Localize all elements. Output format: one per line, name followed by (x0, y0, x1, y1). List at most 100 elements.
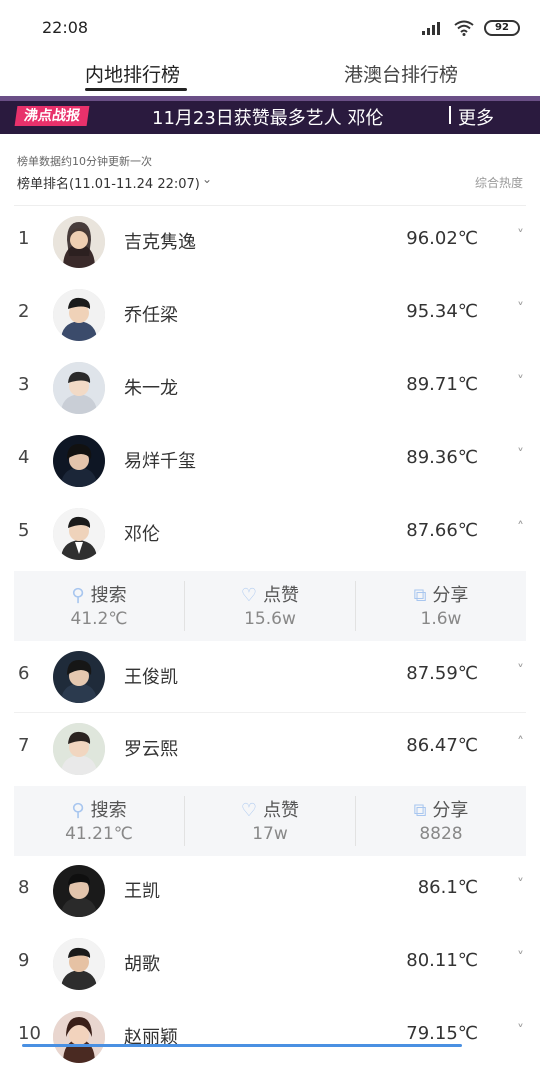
stat-search: ⚲ 搜索 41.21℃ (14, 786, 184, 856)
share-icon: ⧉ (413, 800, 427, 821)
chevron-down-icon[interactable]: ˅ (517, 663, 524, 679)
avatar (53, 508, 105, 560)
heat-score: 86.1℃ (417, 877, 478, 898)
stat-label: 搜索 (90, 585, 127, 606)
banner-image-strip (0, 96, 540, 101)
avatar (53, 651, 105, 703)
heat-score: 87.59℃ (406, 663, 478, 684)
chevron-down-icon[interactable]: ˅ (517, 950, 524, 966)
heart-icon: ♡ (240, 800, 258, 821)
stat-value: 17w (252, 824, 288, 844)
chevron-up-icon[interactable]: ˄ (517, 520, 524, 536)
chevron-down-icon[interactable]: ˅ (517, 1023, 524, 1039)
artist-name: 易烊千玺 (124, 451, 196, 472)
chevron-up-icon[interactable]: ˄ (517, 735, 524, 751)
artist-name: 王俊凯 (124, 667, 178, 688)
table-row[interactable]: 10 赵丽颖 79.15℃ ˅ (0, 1001, 540, 1073)
table-row[interactable]: 4 易烊千玺 89.36℃ ˅ (0, 425, 540, 497)
rank-number: 3 (18, 374, 30, 395)
heat-column-label: 综合热度 (474, 176, 523, 190)
rank-number: 2 (18, 301, 30, 322)
heat-score: 87.66℃ (406, 520, 478, 541)
battery-icon: 92 (484, 20, 520, 36)
rank-number: 6 (18, 663, 30, 684)
news-banner[interactable]: 沸点战报 11月23日获赞最多艺人 邓伦 更多 (0, 96, 540, 134)
search-icon: ⚲ (71, 585, 85, 606)
stat-label: 点赞 (263, 800, 300, 821)
tab-hk-macao-taiwan[interactable]: 港澳台排行榜 (344, 60, 458, 87)
table-row[interactable]: 1 吉克隽逸 96.02℃ ˅ (0, 206, 540, 278)
table-row[interactable]: 2 乔任梁 95.34℃ ˅ (0, 279, 540, 351)
artist-name: 吉克隽逸 (124, 232, 196, 253)
tab-mainland[interactable]: 内地排行榜 (85, 60, 180, 87)
stat-value: 8828 (419, 824, 463, 844)
signal-icon (422, 22, 440, 35)
avatar (53, 1011, 105, 1063)
stats-panel: ⚲ 搜索 41.2℃ ♡ 点赞 15.6w ⧉ 分享 1.6w (14, 571, 526, 641)
rank-number: 1 (18, 228, 30, 249)
rank-number: 7 (18, 735, 30, 756)
stat-value: 41.21℃ (65, 824, 133, 844)
artist-name: 乔任梁 (124, 305, 178, 326)
artist-name: 朱一龙 (124, 378, 178, 399)
table-row[interactable]: 7 罗云熙 86.47℃ ˄ (0, 713, 540, 785)
avatar (53, 938, 105, 990)
stats-panel: ⚲ 搜索 41.21℃ ♡ 点赞 17w ⧉ 分享 8828 (14, 786, 526, 856)
search-icon: ⚲ (71, 800, 85, 821)
update-note: 榜单数据约10分钟更新一次 (17, 155, 152, 168)
table-row[interactable]: 9 胡歌 80.11℃ ˅ (0, 928, 540, 1000)
avatar (53, 216, 105, 268)
avatar (53, 289, 105, 341)
chevron-down-icon[interactable]: ˅ (517, 877, 524, 893)
chevron-down-icon[interactable]: ˅ (517, 374, 524, 390)
stat-value: 41.2℃ (70, 609, 128, 629)
stat-value: 1.6w (420, 609, 462, 629)
heat-score: 89.36℃ (406, 447, 478, 468)
share-icon: ⧉ (413, 585, 427, 606)
avatar (53, 362, 105, 414)
rank-period-selector[interactable]: 榜单排名(11.01-11.24 22:07) (17, 173, 200, 192)
heat-score: 89.71℃ (406, 374, 478, 395)
stat-value: 15.6w (244, 609, 296, 629)
stat-share: ⧉ 分享 1.6w (356, 571, 526, 641)
avatar (53, 865, 105, 917)
artist-name: 邓伦 (124, 524, 160, 545)
heat-score: 86.47℃ (406, 735, 478, 756)
heat-score: 80.11℃ (406, 950, 478, 971)
stat-share: ⧉ 分享 8828 (356, 786, 526, 856)
heart-icon: ♡ (240, 585, 258, 606)
stat-label: 搜索 (90, 800, 127, 821)
stat-label: 分享 (432, 800, 469, 821)
heat-score: 79.15℃ (406, 1023, 478, 1044)
rank-number: 5 (18, 520, 30, 541)
chevron-down-icon[interactable]: ˅ (517, 301, 524, 317)
banner-more-link[interactable]: 更多 (458, 104, 494, 130)
rank-number: 4 (18, 447, 30, 468)
chevron-down-icon[interactable]: ⌄ (202, 172, 212, 186)
heat-score: 96.02℃ (406, 228, 478, 249)
ranking-tabs: 内地排行榜 港澳台排行榜 (0, 56, 540, 96)
table-row[interactable]: 3 朱一龙 89.71℃ ˅ (0, 352, 540, 424)
heat-score: 95.34℃ (406, 301, 478, 322)
table-row[interactable]: 6 王俊凯 87.59℃ ˅ (0, 641, 540, 713)
status-bar: 22:08 92 (0, 0, 540, 56)
table-row[interactable]: 8 王凯 86.1℃ ˅ (0, 855, 540, 927)
banner-headline[interactable]: 11月23日获赞最多艺人 邓伦 (152, 104, 384, 130)
chevron-down-icon[interactable]: ˅ (517, 228, 524, 244)
stat-like: ♡ 点赞 17w (185, 786, 355, 856)
chevron-down-icon[interactable]: ˅ (517, 447, 524, 463)
banner-separator (449, 106, 451, 124)
tab-indicator (85, 88, 187, 91)
banner-logo: 沸点战报 (14, 106, 90, 126)
stat-like: ♡ 点赞 15.6w (185, 571, 355, 641)
artist-name: 胡歌 (124, 954, 160, 975)
avatar (53, 435, 105, 487)
loading-indicator (22, 1044, 462, 1047)
table-row[interactable]: 5 邓伦 87.66℃ ˄ (0, 498, 540, 570)
wifi-icon (454, 20, 474, 36)
stat-label: 分享 (432, 585, 469, 606)
rank-number: 10 (18, 1023, 41, 1044)
stat-label: 点赞 (263, 585, 300, 606)
rank-number: 9 (18, 950, 30, 971)
stat-search: ⚲ 搜索 41.2℃ (14, 571, 184, 641)
